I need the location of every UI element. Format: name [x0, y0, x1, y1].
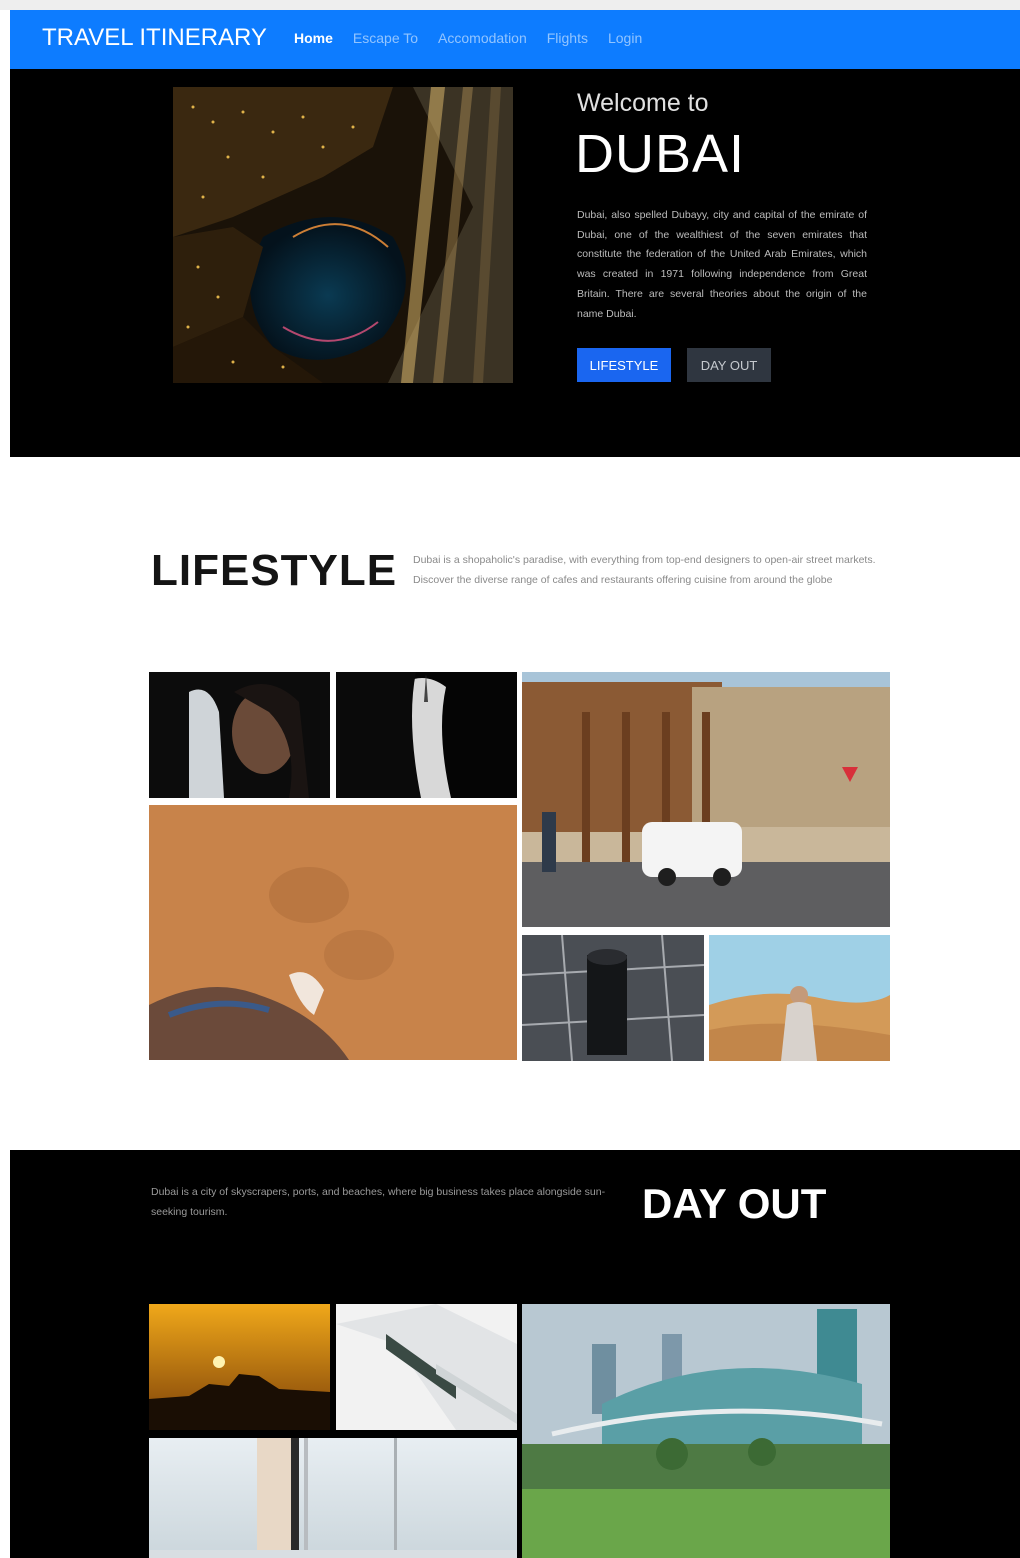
nav-link-accomodation[interactable]: Accomodation [438, 30, 527, 46]
lifestyle-heading: LIFESTYLE [151, 546, 398, 595]
lifestyle-photo-airplane-window [149, 672, 330, 798]
lifestyle-photo-desert-woman [709, 935, 890, 1061]
nav-link-flights[interactable]: Flights [547, 30, 588, 46]
hero-title: DUBAI [575, 124, 746, 184]
lifestyle-description: Dubai is a shopaholic's paradise, with e… [413, 554, 876, 586]
lifestyle-photo-desert-footprints [149, 805, 517, 1060]
brand-logo[interactable]: TRAVEL ITINERARY [42, 24, 267, 52]
day-out-heading: DAY OUT [642, 1180, 827, 1227]
nav-link-home[interactable]: Home [294, 30, 333, 46]
hero-section: Welcome to DUBAI Dubai, also spelled Dub… [10, 69, 1020, 457]
nav-link-login[interactable]: Login [608, 30, 642, 46]
lifestyle-photo-souk-street [522, 672, 890, 927]
day-out-button[interactable]: DAY OUT [687, 348, 771, 382]
day-out-photo-glass-building [522, 1304, 890, 1558]
hero-description: Dubai, also spelled Dubayy, city and cap… [577, 209, 867, 320]
day-out-photo-white-building [336, 1304, 517, 1430]
lifestyle-photo-aerial-tower [522, 935, 704, 1061]
hero-welcome-text: Welcome to [577, 89, 709, 117]
hero-image-dubai-night-aerial [173, 87, 513, 383]
lifestyle-photo-burj-silhouette [336, 672, 517, 798]
nav-links: Home Escape To Accomodation Flights Logi… [294, 30, 642, 46]
lifestyle-button[interactable]: LIFESTYLE [577, 348, 671, 382]
day-out-description: Dubai is a city of skyscrapers, ports, a… [151, 1186, 606, 1218]
day-out-photo-sunset [149, 1304, 330, 1430]
browser-top-strip [0, 0, 1020, 10]
nav-link-escape-to[interactable]: Escape To [353, 30, 418, 46]
navbar: TRAVEL ITINERARY Home Escape To Accomoda… [10, 10, 1020, 69]
day-out-photo-window-view [149, 1438, 517, 1558]
